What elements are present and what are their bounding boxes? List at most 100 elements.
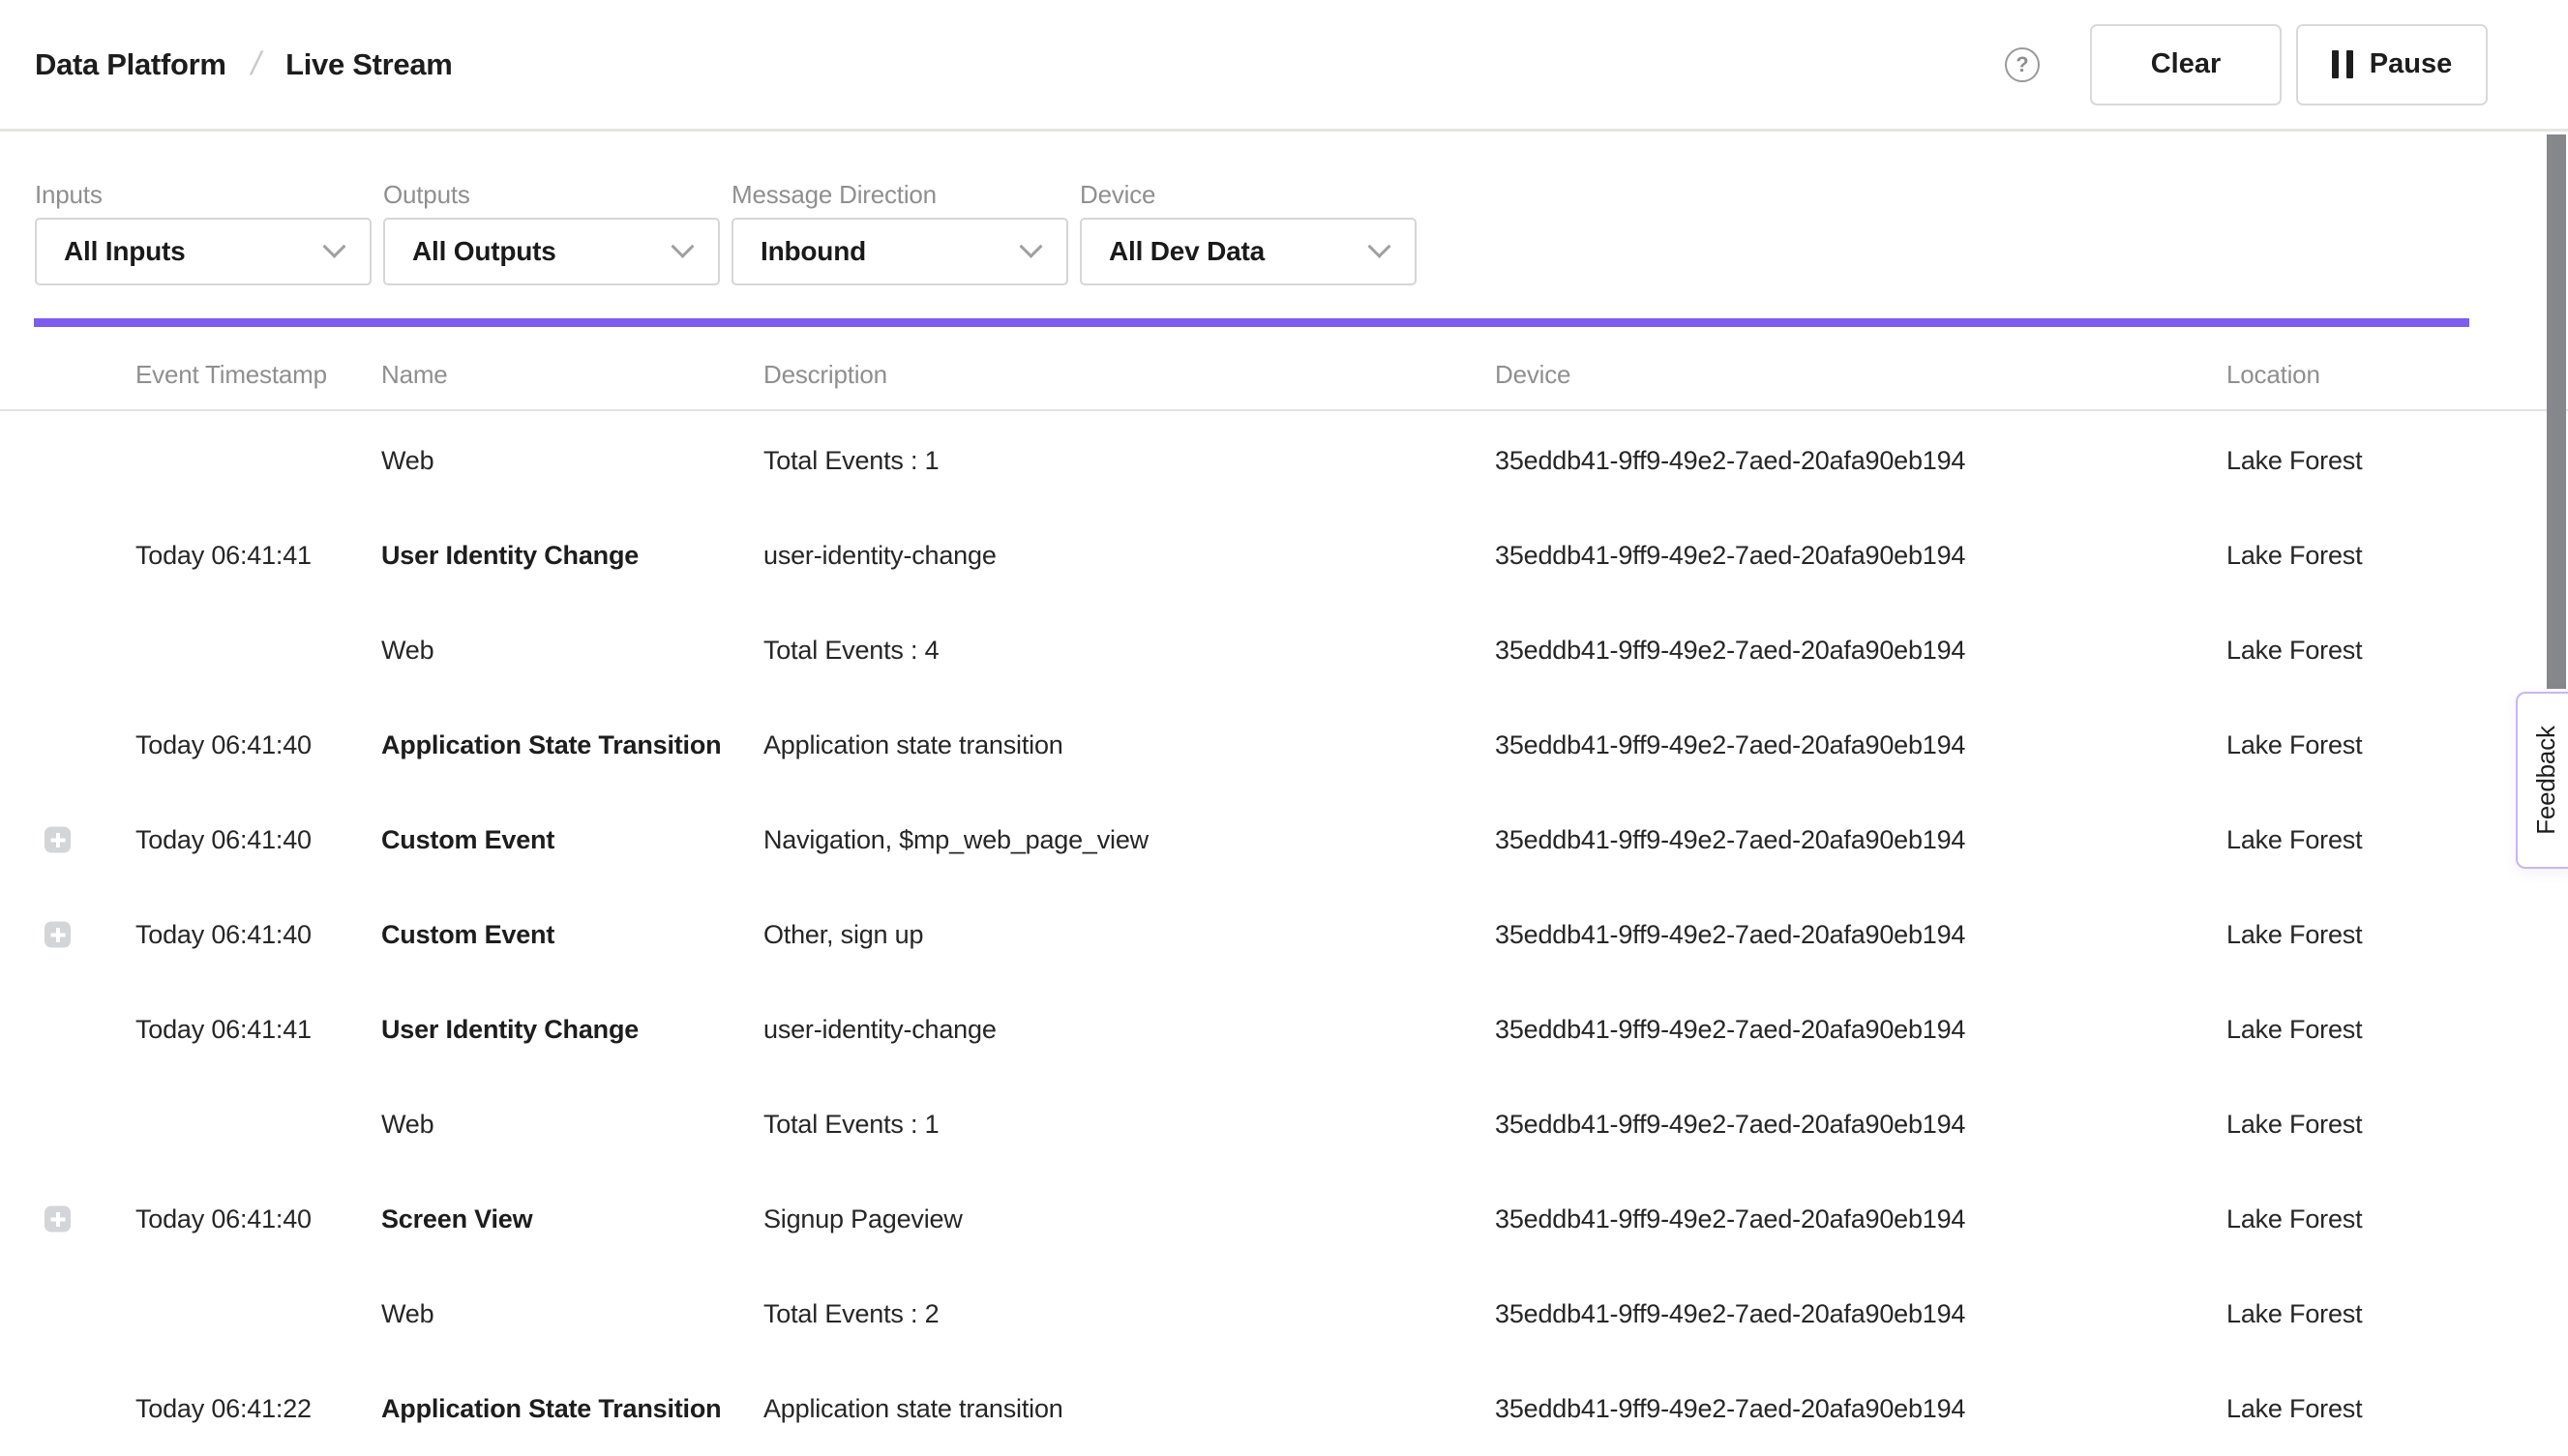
inputs-dropdown[interactable]: All Inputs: [35, 218, 372, 285]
event-timestamp: Today 06:41:40: [135, 792, 368, 887]
feedback-tab-label: Feedback: [2531, 726, 2561, 835]
vertical-scrollbar-thumb[interactable]: [2547, 134, 2566, 689]
filter-device: Device All Dev Data: [1080, 180, 1417, 285]
event-timestamp: Today 06:41:40: [135, 698, 368, 792]
breadcrumb-live-stream: Live Stream: [285, 47, 452, 82]
chevron-down-icon: [671, 234, 694, 257]
filter-inputs: Inputs All Inputs: [35, 180, 372, 285]
event-timestamp: [135, 603, 368, 698]
feedback-tab[interactable]: Feedback: [2516, 692, 2568, 869]
event-name: User Identity Change: [381, 982, 749, 1077]
chevron-down-icon: [322, 234, 345, 257]
event-description: Application state transition: [763, 698, 1479, 792]
top-bar: Data Platform / Live Stream ? Clear Paus…: [0, 0, 2568, 132]
table-row[interactable]: Web Total Events : 1 35eddb41-9ff9-49e2-…: [0, 413, 2568, 508]
table-row[interactable]: Today 06:41:22 Application State Transit…: [0, 1361, 2568, 1456]
event-description: Total Events : 1: [763, 1077, 1479, 1172]
filter-message-direction: Message Direction Inbound: [732, 180, 1068, 285]
filter-message-direction-label: Message Direction: [732, 180, 1068, 209]
event-location: Lake Forest: [2226, 413, 2536, 508]
event-device-id: 35eddb41-9ff9-49e2-7aed-20afa90eb194: [1495, 1361, 2211, 1456]
column-header-description: Description: [763, 341, 1479, 409]
table-row[interactable]: Today 06:41:40 Custom Event Navigation, …: [0, 792, 2568, 887]
table-row[interactable]: Web Total Events : 4 35eddb41-9ff9-49e2-…: [0, 603, 2568, 698]
event-description: Navigation, $mp_web_page_view: [763, 792, 1479, 887]
table-row[interactable]: Today 06:41:41 User Identity Change user…: [0, 508, 2568, 603]
table-row[interactable]: Today 06:41:41 User Identity Change user…: [0, 982, 2568, 1077]
chevron-down-icon: [1367, 234, 1390, 257]
event-name: Web: [381, 413, 749, 508]
event-description: Total Events : 1: [763, 413, 1479, 508]
event-name: Web: [381, 1077, 749, 1172]
breadcrumb-data-platform[interactable]: Data Platform: [35, 47, 226, 82]
table-row[interactable]: Today 06:41:40 Application State Transit…: [0, 698, 2568, 792]
table-row[interactable]: Web Total Events : 2 35eddb41-9ff9-49e2-…: [0, 1266, 2568, 1361]
event-device-id: 35eddb41-9ff9-49e2-7aed-20afa90eb194: [1495, 982, 2211, 1077]
help-icon[interactable]: ?: [2005, 47, 2040, 82]
event-location: Lake Forest: [2226, 1361, 2536, 1456]
expand-button[interactable]: [45, 1206, 71, 1233]
pause-button[interactable]: Pause: [2296, 24, 2488, 105]
event-timestamp: Today 06:41:40: [135, 1172, 368, 1266]
breadcrumb: Data Platform / Live Stream: [35, 45, 453, 83]
outputs-dropdown[interactable]: All Outputs: [383, 218, 720, 285]
chevron-down-icon: [1019, 234, 1042, 257]
event-timestamp: Today 06:41:22: [135, 1361, 368, 1456]
event-location: Lake Forest: [2226, 698, 2536, 792]
message-direction-dropdown[interactable]: Inbound: [732, 218, 1068, 285]
device-dropdown[interactable]: All Dev Data: [1080, 218, 1417, 285]
event-description: Total Events : 4: [763, 603, 1479, 698]
column-header-name: Name: [381, 341, 749, 409]
event-name: Application State Transition: [381, 698, 749, 792]
message-direction-dropdown-value: Inbound: [761, 236, 866, 267]
clear-button[interactable]: Clear: [2090, 24, 2282, 105]
column-header-device: Device: [1495, 341, 2211, 409]
column-header-event-timestamp: Event Timestamp: [135, 341, 368, 409]
event-timestamp: [135, 413, 368, 508]
event-name: User Identity Change: [381, 508, 749, 603]
expand-button[interactable]: [45, 922, 71, 948]
event-device-id: 35eddb41-9ff9-49e2-7aed-20afa90eb194: [1495, 413, 2211, 508]
pause-icon: [2332, 50, 2353, 78]
event-location: Lake Forest: [2226, 792, 2536, 887]
event-description: user-identity-change: [763, 982, 1479, 1077]
event-timestamp: [135, 1266, 368, 1361]
event-device-id: 35eddb41-9ff9-49e2-7aed-20afa90eb194: [1495, 1172, 2211, 1266]
event-location: Lake Forest: [2226, 508, 2536, 603]
event-device-id: 35eddb41-9ff9-49e2-7aed-20afa90eb194: [1495, 792, 2211, 887]
event-timestamp: [135, 1077, 368, 1172]
table-row[interactable]: Today 06:41:40 Custom Event Other, sign …: [0, 887, 2568, 982]
filter-inputs-label: Inputs: [35, 180, 372, 209]
event-name: Custom Event: [381, 887, 749, 982]
clear-button-label: Clear: [2151, 48, 2222, 80]
event-table-header: Event Timestamp Name Description Device …: [0, 341, 2568, 411]
column-header-location: Location: [2226, 341, 2536, 409]
event-device-id: 35eddb41-9ff9-49e2-7aed-20afa90eb194: [1495, 698, 2211, 792]
event-timestamp: Today 06:41:41: [135, 508, 368, 603]
breadcrumb-separator: /: [248, 45, 265, 83]
event-device-id: 35eddb41-9ff9-49e2-7aed-20afa90eb194: [1495, 887, 2211, 982]
table-row[interactable]: Web Total Events : 1 35eddb41-9ff9-49e2-…: [0, 1077, 2568, 1172]
outputs-dropdown-value: All Outputs: [412, 236, 556, 267]
help-glyph: ?: [2016, 52, 2028, 77]
event-timestamp: Today 06:41:41: [135, 982, 368, 1077]
event-description: Total Events : 2: [763, 1266, 1479, 1361]
event-device-id: 35eddb41-9ff9-49e2-7aed-20afa90eb194: [1495, 1266, 2211, 1361]
event-device-id: 35eddb41-9ff9-49e2-7aed-20afa90eb194: [1495, 508, 2211, 603]
event-name: Web: [381, 603, 749, 698]
event-name: Web: [381, 1266, 749, 1361]
device-dropdown-value: All Dev Data: [1109, 236, 1265, 267]
filter-device-label: Device: [1080, 180, 1417, 209]
event-location: Lake Forest: [2226, 1172, 2536, 1266]
event-location: Lake Forest: [2226, 1266, 2536, 1361]
pause-button-label: Pause: [2370, 48, 2452, 80]
event-description: Other, sign up: [763, 887, 1479, 982]
event-description: user-identity-change: [763, 508, 1479, 603]
expand-button[interactable]: [45, 827, 71, 853]
table-row[interactable]: Today 06:41:40 Screen View Signup Pagevi…: [0, 1172, 2568, 1266]
event-device-id: 35eddb41-9ff9-49e2-7aed-20afa90eb194: [1495, 603, 2211, 698]
event-name: Application State Transition: [381, 1361, 749, 1456]
event-description: Application state transition: [763, 1361, 1479, 1456]
event-location: Lake Forest: [2226, 1077, 2536, 1172]
event-location: Lake Forest: [2226, 603, 2536, 698]
